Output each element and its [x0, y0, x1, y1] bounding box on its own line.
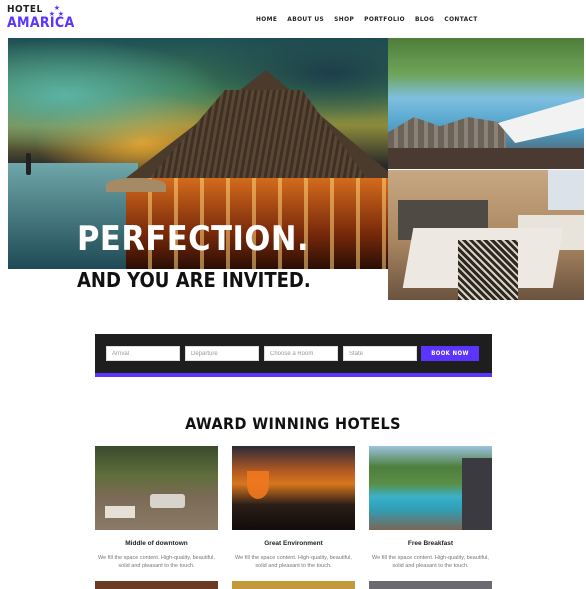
hotel-card: Great Environment We fill the space cont…	[232, 446, 355, 570]
card-text: We fill the space content. High-quality,…	[372, 555, 489, 569]
hero-pool-image	[388, 38, 584, 169]
hero-room-image	[388, 170, 584, 300]
nav-portfolio[interactable]: PORTFOLIO	[364, 15, 405, 23]
next-row-image	[232, 581, 355, 589]
stars-icon: ★ ★ ★	[48, 5, 64, 18]
nav-about-us[interactable]: ABOUT US	[287, 15, 324, 23]
logo-text-hotel: HOTEL	[7, 4, 43, 15]
card-title: Free Breakfast	[407, 540, 454, 547]
card-image-breakfast[interactable]	[369, 446, 492, 530]
card-image-downtown[interactable]	[95, 446, 218, 530]
card-text: We fill the space content. High-quality,…	[235, 555, 352, 569]
card-text: We fill the space content. High-quality,…	[98, 555, 215, 569]
card-title: Great Environment	[264, 540, 323, 547]
nav-home[interactable]: HOME	[256, 15, 277, 23]
card-image-environment[interactable]	[232, 446, 355, 530]
nav-blog[interactable]: BLOG	[415, 15, 434, 23]
booking-form: BOOK NOW	[95, 334, 492, 377]
hotel-card: Free Breakfast We fill the space content…	[369, 446, 492, 570]
departure-input[interactable]	[185, 346, 259, 361]
next-row-image	[95, 581, 218, 589]
nav-contact[interactable]: CONTACT	[444, 15, 477, 23]
book-now-button[interactable]: BOOK NOW	[421, 346, 479, 361]
card-title: Middle of downtown	[125, 540, 188, 547]
arrival-input[interactable]	[106, 346, 180, 361]
logo[interactable]: HOTEL ★ ★ ★ AMARICA	[7, 4, 75, 31]
state-input[interactable]	[343, 346, 417, 361]
hero-title: PERFECTION.	[77, 219, 310, 259]
nav-shop[interactable]: SHOP	[334, 15, 354, 23]
section-title: AWARD WINNING HOTELS	[185, 414, 401, 433]
room-select[interactable]	[264, 346, 338, 361]
hotel-card: Middle of downtown We fill the space con…	[95, 446, 218, 570]
next-row-image	[369, 581, 492, 589]
hero-subtitle: AND YOU ARE INVITED.	[77, 268, 311, 292]
main-nav: HOME ABOUT US SHOP PORTFOLIO BLOG CONTAC…	[256, 15, 478, 23]
logo-text-name: AMARICA	[7, 15, 75, 31]
